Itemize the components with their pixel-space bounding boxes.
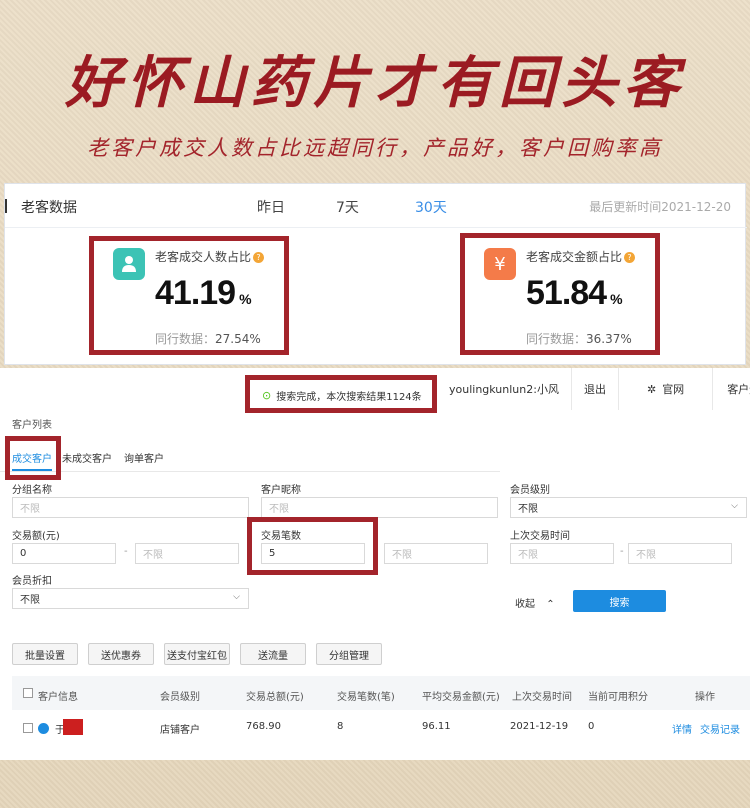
user-icon [113,248,145,280]
batch-settings-button[interactable]: 批量设置 [12,643,78,665]
customer-total: 768.90 [246,721,281,732]
send-coupon-button[interactable]: 送优惠券 [88,643,154,665]
col-avg: 平均交易金额(元) [422,692,500,703]
col-count: 交易笔数(笔) [337,692,395,703]
tab-closed-customers[interactable]: 成交客户 [12,450,52,471]
range-dash: - [620,546,624,557]
customer-tabs: 成交客户 未成交客户 询单客户 [0,440,500,472]
banner-subtitle: 老客户成交人数占比远超同行，产品好，客户回购率高 [87,136,663,160]
discount-label: 会员折扣 [12,576,52,587]
col-points: 当前可用积分 [588,692,648,703]
collapse-toggle[interactable]: 收起 ⌃ [515,595,555,610]
last-updated: 最后更新时间2021-12-20 [589,200,731,214]
chevron-down-icon: ⌵ [731,501,738,511]
customer-count: 8 [337,721,344,732]
official-site-link[interactable]: ✲ 官网 [619,368,714,410]
count-max-input[interactable]: 不限 [384,543,488,564]
discount-select[interactable]: 不限 ⌵ [12,588,249,609]
help-icon[interactable]: ? [253,252,265,263]
metric-value: 41.19% [155,274,252,312]
group-name-input[interactable]: 不限 [12,497,249,518]
aperture-icon: ✲ [646,382,657,396]
level-label: 会员级别 [510,485,550,496]
metric-label: 老客成交金额占比? [526,248,636,265]
panel-title: 老客数据 [21,200,77,216]
nickname-input[interactable]: 不限 [261,497,498,518]
customer-last-time: 2021-12-19 [510,721,569,732]
metric-label: 老客成交人数占比? [155,248,265,265]
metric-buyer-ratio: 老客成交人数占比? 41.19% 同行数据：27.54% [105,242,295,352]
last-time-label: 上次交易时间 [510,531,570,542]
send-traffic-button[interactable]: 送流量 [240,643,306,665]
amount-min-input[interactable]: 0 [12,543,116,564]
count-label: 交易笔数 [261,531,301,542]
group-management-button[interactable]: 分组管理 [316,643,382,665]
group-name-label: 分组名称 [12,485,52,496]
detail-link[interactable]: 详情 [672,721,692,736]
amount-max-input[interactable]: 不限 [135,543,239,564]
chevron-down-icon: ⌵ [233,592,240,602]
check-circle-icon: ⊙ [262,388,272,402]
customer-ops-link[interactable]: 客户运营 [713,368,750,410]
customer-list-app: ⊙ 搜索完成，本次搜索结果1124条 youlingkunlun2:小风 退出 … [0,368,750,760]
peer-data: 同行数据：36.37% [526,332,632,346]
wangwang-icon[interactable] [38,723,49,734]
old-customer-panel: 老客数据 昨日 7天 30天 最后更新时间2021-12-20 老客成交人数占比… [4,183,747,365]
col-total: 交易总额(元) [246,692,304,703]
range-dash: - [124,546,128,557]
section-label: 客户列表 [12,420,52,431]
row-checkbox[interactable] [23,723,33,733]
metric-value: 51.84% [526,274,623,312]
customer-level: 店铺客户 [160,725,200,736]
yen-icon: ¥ [484,248,516,280]
logout-link[interactable]: 退出 [572,368,619,410]
last-time-end-input[interactable]: 不限 [628,543,732,564]
tab-inquiry-customers[interactable]: 询单客户 [124,450,164,465]
send-alipay-redpacket-button[interactable]: 送支付宝红包 [164,643,230,665]
panel-header: 老客数据 昨日 7天 30天 最后更新时间2021-12-20 [5,184,747,228]
tab-unclosed-customers[interactable]: 未成交客户 [62,450,112,465]
help-icon[interactable]: ? [624,252,636,263]
banner-title: 好怀山药片才有回头客 [65,50,685,116]
search-button[interactable]: 搜索 [573,590,666,612]
tab-yesterday[interactable]: 昨日 [257,197,285,217]
top-nav: youlingkunlun2:小风 退出 ✲官网 客户运营 [437,368,750,410]
level-select[interactable]: 不限 ⌵ [510,497,747,518]
last-time-start-input[interactable]: 不限 [510,543,614,564]
tab-30-days[interactable]: 30天 [415,197,447,217]
amount-label: 交易额(元) [12,531,60,542]
col-customer-info: 客户信息 [38,692,78,703]
redaction-mask [63,719,83,735]
select-all-checkbox[interactable] [23,688,33,698]
count-min-input[interactable]: 5 [261,543,365,564]
nickname-label: 客户昵称 [261,485,301,496]
peer-data: 同行数据：27.54% [155,332,261,346]
records-link[interactable]: 交易记录 [700,721,740,736]
col-last-time: 上次交易时间 [512,692,572,703]
chevron-up-icon: ⌃ [546,599,555,610]
search-toast: ⊙ 搜索完成，本次搜索结果1124条 [254,384,430,406]
customer-points: 0 [588,721,595,732]
metric-amount-ratio: ¥ 老客成交金额占比? 51.84% 同行数据：36.37% [476,242,666,352]
customer-avg: 96.11 [422,721,451,732]
user-name: youlingkunlun2:小风 [437,368,572,410]
col-level: 会员级别 [160,692,200,703]
tab-7-days[interactable]: 7天 [336,197,359,217]
title-bar-marker [5,199,7,213]
table-header: 客户信息 会员级别 交易总额(元) 交易笔数(笔) 平均交易金额(元) 上次交易… [12,676,750,710]
col-actions: 操作 [695,692,715,703]
